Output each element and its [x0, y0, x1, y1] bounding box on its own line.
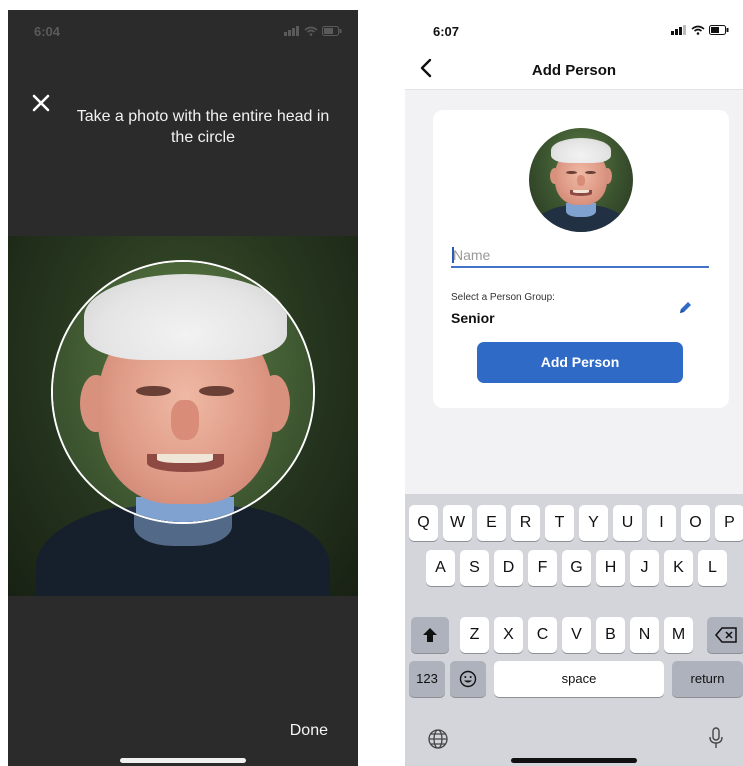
wifi-icon — [691, 25, 705, 35]
status-time: 6:07 — [433, 24, 460, 39]
emoji-key[interactable] — [450, 661, 486, 697]
face-in-circle — [53, 262, 313, 522]
key-r[interactable]: R — [511, 505, 540, 541]
status-time: 6:04 — [34, 24, 61, 39]
status-bar: 6:07 — [405, 10, 743, 54]
person-group-value: Senior — [451, 310, 495, 326]
key-x[interactable]: X — [494, 617, 523, 653]
instruction-text: Take a photo with the entire head in the… — [76, 108, 330, 146]
home-indicator — [511, 758, 637, 763]
edit-group-button[interactable] — [675, 298, 695, 318]
face-guide-circle — [51, 260, 315, 524]
key-y[interactable]: Y — [579, 505, 608, 541]
add-person-button[interactable]: Add Person — [477, 342, 683, 383]
numbers-key[interactable]: 123 — [409, 661, 445, 697]
screenshot-composite: 6:04 Take a photo with the entire head i… — [0, 0, 743, 766]
shift-key[interactable] — [411, 617, 449, 653]
signal-icon — [284, 26, 299, 36]
key-f[interactable]: F — [528, 550, 557, 586]
return-key[interactable]: return — [672, 661, 743, 697]
key-g[interactable]: G — [562, 550, 591, 586]
camera-bottom-bar — [8, 596, 358, 766]
key-k[interactable]: K — [664, 550, 693, 586]
space-key[interactable]: space — [494, 661, 664, 697]
status-bar: 6:04 — [8, 10, 358, 50]
signal-icon — [671, 25, 686, 35]
key-h[interactable]: H — [596, 550, 625, 586]
key-l[interactable]: L — [698, 550, 727, 586]
backspace-icon — [715, 627, 737, 643]
key-o[interactable]: O — [681, 505, 710, 541]
key-v[interactable]: V — [562, 617, 591, 653]
key-m[interactable]: M — [664, 617, 693, 653]
microphone-icon — [709, 727, 723, 748]
key-z[interactable]: Z — [460, 617, 489, 653]
battery-icon — [709, 25, 729, 35]
close-button[interactable] — [28, 90, 54, 116]
status-icons — [284, 26, 342, 36]
wifi-icon — [304, 26, 318, 36]
status-icons — [671, 25, 729, 35]
globe-icon — [428, 729, 448, 749]
pencil-icon — [680, 302, 691, 313]
key-n[interactable]: N — [630, 617, 659, 653]
dictation-button[interactable] — [707, 726, 725, 755]
key-j[interactable]: J — [630, 550, 659, 586]
avatar[interactable] — [529, 128, 633, 232]
key-w[interactable]: W — [443, 505, 472, 541]
key-s[interactable]: S — [460, 550, 489, 586]
avatar-portrait — [529, 128, 633, 232]
key-e[interactable]: E — [477, 505, 506, 541]
home-indicator — [120, 758, 246, 763]
add-person-card: Select a Person Group: Senior Add Person — [433, 110, 729, 408]
key-d[interactable]: D — [494, 550, 523, 586]
person-group-label: Select a Person Group: — [451, 292, 555, 303]
keyboard: QWERTYUIOP ASDFGHJKL ZXCVBNM 123 space r… — [405, 494, 743, 766]
battery-icon — [322, 26, 342, 36]
page-title: Add Person — [531, 62, 617, 79]
camera-screen: 6:04 Take a photo with the entire head i… — [8, 10, 358, 766]
globe-button[interactable] — [427, 728, 449, 755]
key-i[interactable]: I — [647, 505, 676, 541]
key-c[interactable]: C — [528, 617, 557, 653]
emoji-icon — [459, 670, 477, 688]
name-field[interactable] — [451, 244, 709, 268]
key-p[interactable]: P — [715, 505, 743, 541]
key-u[interactable]: U — [613, 505, 642, 541]
camera-preview — [8, 236, 358, 596]
key-t[interactable]: T — [545, 505, 574, 541]
shift-icon — [423, 628, 437, 642]
navigation-bar: Add Person — [405, 54, 743, 90]
key-a[interactable]: A — [426, 550, 455, 586]
key-q[interactable]: Q — [409, 505, 438, 541]
close-icon — [32, 94, 50, 112]
add-person-screen: 6:07 Add Person Select — [405, 10, 743, 766]
backspace-key[interactable] — [707, 617, 743, 653]
text-caret — [452, 247, 454, 263]
key-b[interactable]: B — [596, 617, 625, 653]
done-button[interactable]: Done — [290, 722, 328, 740]
